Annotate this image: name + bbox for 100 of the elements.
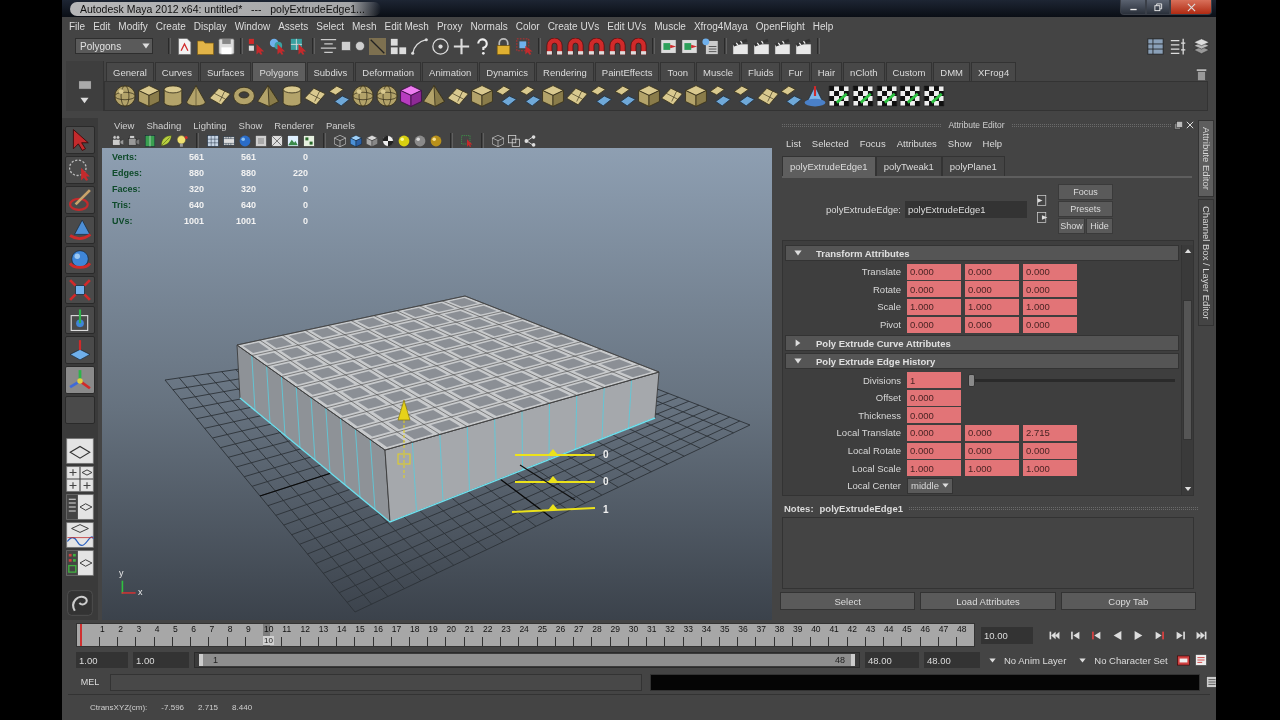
sphere-icon[interactable] — [351, 85, 374, 107]
plus-icon[interactable] — [453, 37, 470, 55]
frame-arrow-icon[interactable] — [516, 37, 533, 55]
menu-item[interactable]: List — [786, 137, 801, 149]
panel-button[interactable]: Show — [1058, 218, 1085, 234]
checkerboard-arrow-icon[interactable] — [851, 85, 874, 107]
number-field[interactable]: 1.000 — [965, 460, 1019, 477]
shelf-tab[interactable]: Dynamics — [479, 62, 535, 81]
checkerboard-arrow-icon[interactable] — [827, 85, 850, 107]
clapperboard-icon[interactable] — [732, 37, 749, 55]
texture-icon[interactable] — [303, 134, 315, 147]
time-slider[interactable]: 1 2 3 4 5 6 7 8 9 10 10 11 12 13 14 15 16 17 18 19 20 21 22 23 24 25 26 27 28 29 30 31 32 33 34 35 36 37 38 39 40 41 42 43 44 45 46 47 48 — [76, 623, 975, 647]
light-bulb-icon[interactable] — [176, 134, 188, 147]
shelf-tab[interactable]: Subdivs — [306, 62, 355, 81]
node-tab[interactable]: polyExtrudeEdge1 — [782, 156, 876, 176]
range-slider[interactable]: 1 48 — [194, 652, 860, 668]
checkered-sphere-icon[interactable] — [382, 134, 394, 147]
menu-item[interactable]: Focus — [859, 137, 886, 149]
sliders-icon[interactable] — [1170, 37, 1187, 55]
menu-item[interactable]: Create — [155, 20, 186, 32]
shaded-sphere-icon[interactable] — [239, 134, 251, 147]
number-field[interactable]: 0.000 — [965, 263, 1019, 280]
menu-item[interactable]: File — [69, 20, 86, 32]
node-name-field[interactable]: polyExtrudeEdge1 — [905, 200, 1027, 218]
trash-can-icon[interactable] — [1195, 68, 1208, 81]
menu-item[interactable]: Xfrog4Maya — [693, 20, 748, 32]
panel-button[interactable]: Load Attributes — [920, 592, 1056, 610]
script-language-button[interactable]: MEL — [76, 674, 104, 690]
side-tab[interactable]: Channel Box / Layer Editor — [1198, 198, 1214, 327]
nodes-arrow-icon[interactable] — [248, 37, 265, 55]
shaded-cube-icon[interactable] — [366, 134, 378, 147]
number-field[interactable]: 0.000 — [1023, 281, 1077, 298]
start-time-field[interactable]: 1.00 — [76, 652, 128, 668]
cone-icon[interactable] — [185, 85, 208, 107]
play-icon[interactable] — [1133, 629, 1144, 641]
four-view-layout-icon[interactable] — [66, 466, 94, 492]
shelf-tab[interactable]: Toon — [660, 62, 695, 81]
shaded-cube-icon[interactable] — [350, 134, 362, 147]
disclosure-triangle-icon[interactable] — [794, 357, 802, 366]
scroll-down-arrow-icon[interactable] — [1183, 485, 1192, 493]
image-icon[interactable] — [287, 134, 299, 147]
panel-grid-icon[interactable] — [1147, 37, 1164, 55]
list-and-view-layout-icon[interactable] — [66, 494, 94, 520]
menu-item[interactable]: Modify — [118, 20, 148, 32]
panel-menu-item[interactable]: Renderer — [274, 120, 314, 131]
number-field[interactable]: 0.000 — [907, 442, 961, 459]
dropdown[interactable]: middle — [907, 477, 953, 494]
sphere-icon[interactable] — [375, 85, 398, 107]
quads-icon[interactable] — [589, 85, 612, 107]
end-time-field[interactable]: 48.00 — [924, 652, 980, 668]
shelf-tab[interactable]: Fluids — [741, 62, 781, 81]
single-view-layout-icon[interactable] — [66, 438, 94, 464]
panel-menu-item[interactable]: Shading — [146, 120, 182, 131]
step-forward-icon[interactable] — [1175, 629, 1186, 641]
number-field[interactable]: 0.000 — [907, 389, 961, 406]
shelf-menu-icon[interactable] — [77, 78, 92, 92]
menu-item[interactable]: Edit Mesh — [384, 20, 429, 32]
circle-icon[interactable] — [355, 41, 365, 51]
anim-layer-dropdown[interactable]: No Anim Layer — [985, 652, 1071, 668]
section-header[interactable]: Transform Attributes — [785, 245, 1179, 261]
cube-icon[interactable] — [637, 85, 660, 107]
render-frame-icon[interactable] — [681, 37, 698, 55]
lock-icon[interactable] — [495, 37, 512, 55]
caret-down-icon[interactable] — [1079, 656, 1087, 664]
cube-icon[interactable] — [137, 85, 160, 107]
menu-set-dropdown[interactable]: Polygons — [75, 38, 153, 54]
preferences-icon[interactable] — [1194, 654, 1207, 666]
step-back-icon[interactable] — [1070, 629, 1081, 641]
number-field[interactable]: 1.000 — [1023, 299, 1077, 315]
panel-button[interactable]: Presets — [1058, 201, 1113, 217]
checkerboard-arrow-icon[interactable] — [875, 85, 898, 107]
menu-item[interactable]: Muscle — [654, 20, 686, 32]
node-tab[interactable]: polyPlane1 — [941, 156, 1005, 176]
question-mark-icon[interactable] — [474, 37, 491, 55]
nested-squares-icon[interactable] — [255, 134, 267, 147]
menu-item[interactable]: Display — [193, 20, 227, 32]
render-frame-icon[interactable] — [660, 37, 677, 55]
panel-button[interactable]: Copy Tab — [1060, 592, 1196, 610]
menu-item[interactable]: Selected — [811, 137, 849, 149]
number-field[interactable]: 0.000 — [965, 281, 1019, 298]
number-field[interactable]: 1.000 — [907, 299, 961, 315]
section-header[interactable]: Poly Extrude Edge History — [785, 353, 1179, 370]
quads-icon[interactable] — [494, 85, 517, 107]
restore-button[interactable] — [1146, 0, 1170, 15]
number-field[interactable]: 2.715 — [1023, 424, 1077, 441]
quads-icon[interactable] — [708, 85, 731, 107]
cube-icon[interactable] — [685, 85, 708, 107]
menu-item[interactable]: Create UVs — [547, 20, 600, 32]
panel-menu-item[interactable]: Panels — [325, 120, 355, 131]
shelf-tab[interactable]: Surfaces — [199, 62, 252, 81]
playback-start-field[interactable]: 1.00 — [133, 652, 189, 668]
menu-item[interactable]: Edit UVs — [607, 20, 647, 32]
panel-menu-item[interactable]: View — [114, 120, 135, 131]
shelf-tab[interactable]: Polygons — [252, 62, 306, 81]
menu-item[interactable]: Color — [515, 20, 540, 32]
number-field[interactable]: 1.000 — [1023, 460, 1077, 477]
quads-icon[interactable] — [732, 85, 755, 107]
menu-item[interactable]: Select — [316, 20, 344, 32]
number-field[interactable]: 0.000 — [965, 442, 1019, 459]
folder-icon[interactable] — [197, 37, 214, 55]
